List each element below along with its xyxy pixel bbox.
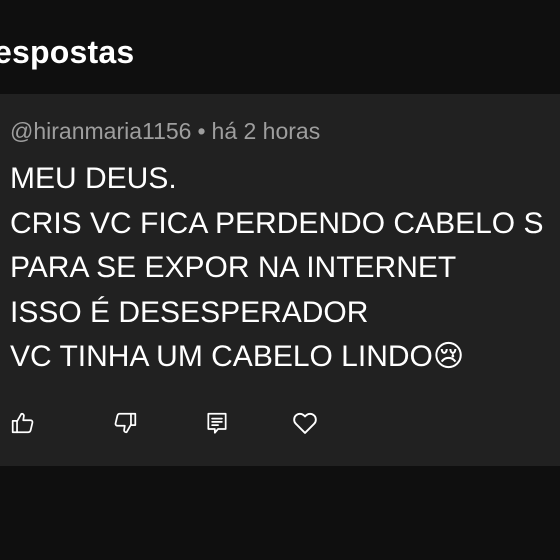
thumbs-down-icon <box>114 412 137 434</box>
comment-text: MEU DEUS. CRIS VC FICA PERDENDO CABELO S… <box>10 157 560 380</box>
comment-line: VC TINHA UM CABELO LINDO😢 <box>10 340 465 373</box>
comments-page: espostas @hiranmaria1156 • há 2 horas MEU … <box>0 0 560 560</box>
comment-line: CRIS VC FICA PERDENDO CABELO S <box>10 206 544 240</box>
comment-line: MEU DEUS. <box>10 162 177 195</box>
reply-button[interactable] <box>200 406 234 440</box>
comment-meta: @hiranmaria1156 • há 2 horas <box>10 118 320 145</box>
thumbs-up-icon <box>11 412 34 434</box>
meta-separator: • <box>197 118 206 144</box>
comment-timestamp: há 2 horas <box>211 118 321 144</box>
heart-button[interactable] <box>288 406 322 440</box>
header: espostas <box>0 0 560 92</box>
dislike-button[interactable] <box>108 406 142 440</box>
comment-line: PARA SE EXPOR NA INTERNET <box>10 251 457 284</box>
reply-icon <box>207 412 227 434</box>
bottom-area <box>0 466 560 560</box>
comment-line: ISSO É DESESPERADOR <box>10 295 369 329</box>
page-title: espostas <box>0 34 135 70</box>
heart-icon <box>293 412 317 434</box>
comment-author[interactable]: @hiranmaria1156 <box>10 118 191 144</box>
like-button[interactable] <box>6 406 40 440</box>
